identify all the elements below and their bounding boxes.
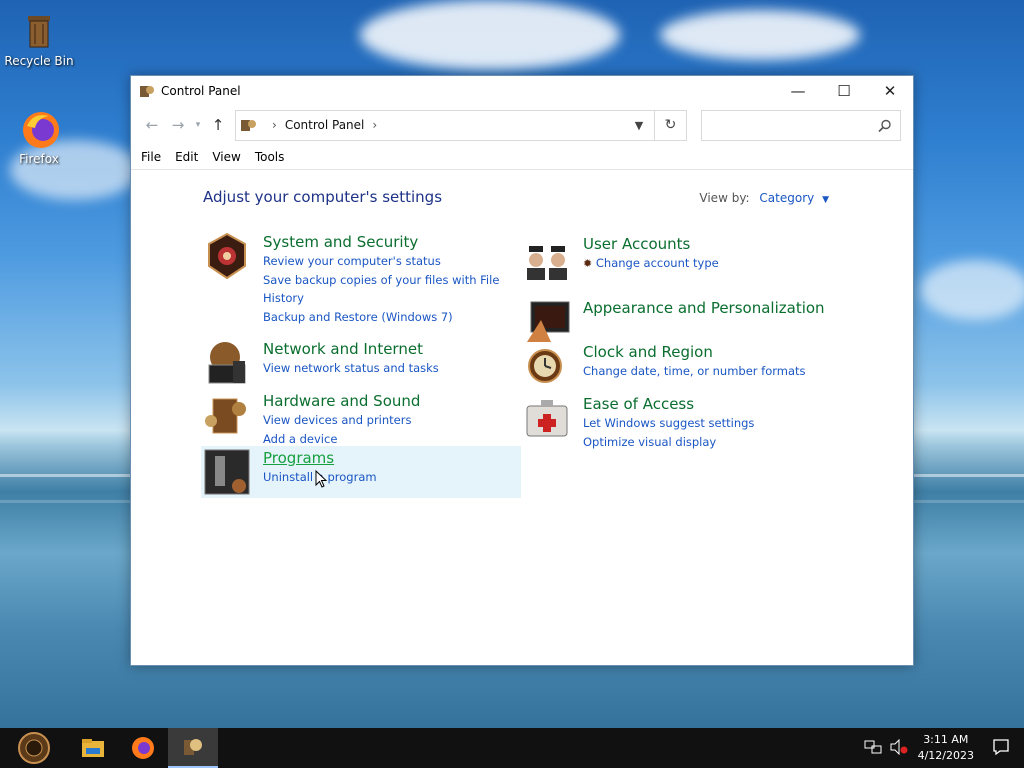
search-icon [878,118,892,132]
network-globe-icon[interactable] [203,339,251,387]
category-network-and-internet: Network and Internet View network status… [203,339,439,387]
category-hardware-and-sound: Hardware and Sound View devices and prin… [203,391,420,448]
navigation-bar: ← → ▾ ↑ › Control Panel › ▼ ↻ [131,106,913,144]
up-arrow-icon[interactable]: ↑ [205,116,231,134]
task-link[interactable]: Review your computer's status [263,252,499,270]
page-title: Adjust your computer's settings [203,188,443,206]
address-bar[interactable]: › Control Panel › ▼ [235,109,655,141]
view-by-label: View by: [699,191,750,205]
clock-date: 4/12/2023 [917,749,974,762]
taskbar-firefox[interactable] [118,728,168,768]
category-title[interactable]: System and Security [263,232,499,252]
category-ease-of-access: Ease of Access Let Windows suggest setti… [523,394,754,451]
notification-icon[interactable] [992,738,1010,759]
category-system-and-security: System and Security Review your computer… [203,232,499,326]
control-panel-icon [184,739,202,755]
recent-chevron-down-icon[interactable]: ▾ [191,120,205,130]
address-dropdown-chevron-icon[interactable]: ▼ [624,119,654,132]
appearance-icon[interactable] [523,298,571,346]
window-title: Control Panel [161,84,241,98]
desktop-icon-label: Recycle Bin [4,54,74,68]
taskbar-control-panel[interactable] [168,728,218,768]
taskbar: 3:11 AM 4/12/2023 [0,728,1024,768]
task-link[interactable]: Change date, time, or number formats [583,362,806,380]
view-by-dropdown[interactable]: Category [759,191,814,205]
task-link[interactable]: Let Windows suggest settings [583,414,754,432]
chevron-down-icon[interactable]: ▼ [822,195,829,205]
desktop-icon-firefox[interactable]: Firefox [1,108,77,166]
firefox-icon [19,108,59,148]
menu-file[interactable]: File [141,150,161,164]
mouse-cursor-icon [315,469,328,492]
task-link[interactable]: Backup and Restore (Windows 7) [263,308,499,326]
user-accounts-icon[interactable] [523,234,571,282]
task-link[interactable]: View network status and tasks [263,359,439,377]
maximize-button[interactable]: ☐ [821,76,867,106]
close-button[interactable]: ✕ [867,76,913,106]
breadcrumb-separator: › [272,118,277,132]
task-link[interactable]: History [263,289,499,307]
category-title[interactable]: Ease of Access [583,394,754,414]
control-panel-icon [139,83,155,99]
category-title[interactable]: User Accounts [583,234,719,254]
back-arrow-icon[interactable]: ← [139,116,165,134]
folder-icon [82,739,104,757]
gear-shield-icon: ✹ [583,257,593,270]
hardware-sound-icon[interactable] [203,391,251,439]
ease-of-access-icon[interactable] [523,394,571,442]
forward-arrow-icon[interactable]: → [165,116,191,134]
volume-muted-icon[interactable] [890,738,908,758]
system-security-icon[interactable] [203,232,251,280]
cloud [660,10,860,60]
programs-icon[interactable] [203,448,251,496]
category-clock-and-region: Clock and Region Change date, time, or n… [523,342,806,390]
firefox-icon [132,737,154,759]
category-appearance-and-personalization: Appearance and Personalization [523,298,825,346]
start-button[interactable] [0,728,68,768]
minimize-button[interactable]: — [775,76,821,106]
category-title[interactable]: Clock and Region [583,342,806,362]
menu-bar: File Edit View Tools [131,144,913,170]
category-user-accounts: User Accounts ✹ Change account type [523,234,719,282]
breadcrumb-separator[interactable]: › [372,118,377,132]
category-title[interactable]: Network and Internet [263,339,439,359]
recycle-bin-icon [19,10,59,50]
desktop-icon-recycle-bin[interactable]: Recycle Bin [1,10,77,68]
control-panel-icon [240,117,258,133]
task-link-with-shield[interactable]: ✹ Change account type [583,254,719,273]
title-bar[interactable]: Control Panel — ☐ ✕ [131,76,913,106]
control-panel-window: Control Panel — ☐ ✕ ← → ▾ ↑ › Control Pa… [130,75,914,666]
refresh-icon[interactable]: ↻ [655,109,687,141]
task-link[interactable]: View devices and printers [263,411,420,429]
cloud [920,260,1024,320]
start-orb-icon [18,732,50,764]
control-panel-content: Adjust your computer's settings View by:… [131,170,913,664]
network-icon[interactable] [864,739,882,758]
clock-time: 3:11 AM [923,733,969,746]
cloud [360,0,620,70]
breadcrumb-control-panel[interactable]: Control Panel [285,118,365,132]
category-title[interactable]: Programs [263,448,377,468]
menu-view[interactable]: View [212,150,240,164]
taskbar-file-explorer[interactable] [68,728,118,768]
category-title[interactable]: Appearance and Personalization [583,298,825,318]
task-link[interactable]: Optimize visual display [583,433,754,451]
clock-icon[interactable] [523,342,571,390]
menu-tools[interactable]: Tools [255,150,285,164]
menu-edit[interactable]: Edit [175,150,198,164]
desktop-icon-label: Firefox [19,152,59,166]
task-link[interactable]: Change account type [596,256,719,270]
category-title[interactable]: Hardware and Sound [263,391,420,411]
task-link[interactable]: Save backup copies of your files with Fi… [263,271,499,289]
search-input[interactable] [701,109,901,141]
taskbar-clock[interactable]: 3:11 AM 4/12/2023 [918,732,974,764]
category-programs: Programs Uninstall a program [201,446,521,498]
system-tray: 3:11 AM 4/12/2023 [864,728,1024,768]
view-by-control: View by: Category ▼ [699,191,829,205]
